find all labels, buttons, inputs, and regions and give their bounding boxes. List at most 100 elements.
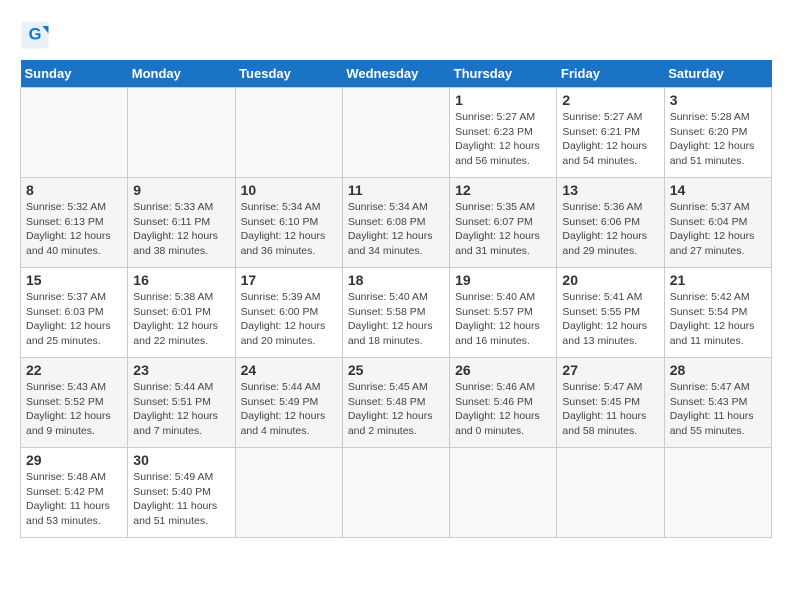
calendar-cell: 23 Sunrise: 5:44 AMSunset: 5:51 PMDaylig… — [128, 358, 235, 448]
calendar-cell — [664, 448, 771, 538]
day-number: 28 — [670, 362, 766, 378]
day-number: 9 — [133, 182, 229, 198]
day-number: 15 — [26, 272, 122, 288]
day-info: Sunrise: 5:40 AMSunset: 5:58 PMDaylight:… — [348, 290, 444, 349]
day-info: Sunrise: 5:47 AMSunset: 5:43 PMDaylight:… — [670, 380, 766, 439]
day-number: 10 — [241, 182, 337, 198]
calendar-table: SundayMondayTuesdayWednesdayThursdayFrid… — [20, 60, 772, 538]
day-info: Sunrise: 5:42 AMSunset: 5:54 PMDaylight:… — [670, 290, 766, 349]
day-info: Sunrise: 5:27 AMSunset: 6:23 PMDaylight:… — [455, 110, 551, 169]
day-info: Sunrise: 5:49 AMSunset: 5:40 PMDaylight:… — [133, 470, 229, 529]
calendar-cell — [342, 448, 449, 538]
calendar-cell: 18 Sunrise: 5:40 AMSunset: 5:58 PMDaylig… — [342, 268, 449, 358]
calendar-cell: 22 Sunrise: 5:43 AMSunset: 5:52 PMDaylig… — [21, 358, 128, 448]
day-info: Sunrise: 5:43 AMSunset: 5:52 PMDaylight:… — [26, 380, 122, 439]
calendar-cell: 2 Sunrise: 5:27 AMSunset: 6:21 PMDayligh… — [557, 88, 664, 178]
day-number: 18 — [348, 272, 444, 288]
day-number: 13 — [562, 182, 658, 198]
day-number: 11 — [348, 182, 444, 198]
day-number: 1 — [455, 92, 551, 108]
calendar-cell — [21, 88, 128, 178]
day-info: Sunrise: 5:39 AMSunset: 6:00 PMDaylight:… — [241, 290, 337, 349]
day-info: Sunrise: 5:33 AMSunset: 6:11 PMDaylight:… — [133, 200, 229, 259]
day-info: Sunrise: 5:34 AMSunset: 6:08 PMDaylight:… — [348, 200, 444, 259]
day-info: Sunrise: 5:32 AMSunset: 6:13 PMDaylight:… — [26, 200, 122, 259]
logo: G — [20, 20, 54, 50]
day-info: Sunrise: 5:40 AMSunset: 5:57 PMDaylight:… — [455, 290, 551, 349]
calendar-cell — [235, 88, 342, 178]
calendar-cell: 19 Sunrise: 5:40 AMSunset: 5:57 PMDaylig… — [450, 268, 557, 358]
calendar-cell — [557, 448, 664, 538]
calendar-cell: 20 Sunrise: 5:41 AMSunset: 5:55 PMDaylig… — [557, 268, 664, 358]
col-header-monday: Monday — [128, 60, 235, 88]
day-number: 3 — [670, 92, 766, 108]
day-number: 25 — [348, 362, 444, 378]
calendar-cell: 12 Sunrise: 5:35 AMSunset: 6:07 PMDaylig… — [450, 178, 557, 268]
day-number: 30 — [133, 452, 229, 468]
calendar-cell: 10 Sunrise: 5:34 AMSunset: 6:10 PMDaylig… — [235, 178, 342, 268]
calendar-body: 1 Sunrise: 5:27 AMSunset: 6:23 PMDayligh… — [21, 88, 772, 538]
calendar-cell: 17 Sunrise: 5:39 AMSunset: 6:00 PMDaylig… — [235, 268, 342, 358]
svg-text:G: G — [29, 26, 42, 44]
day-number: 22 — [26, 362, 122, 378]
day-info: Sunrise: 5:48 AMSunset: 5:42 PMDaylight:… — [26, 470, 122, 529]
day-number: 12 — [455, 182, 551, 198]
day-number: 16 — [133, 272, 229, 288]
week-row: 15 Sunrise: 5:37 AMSunset: 6:03 PMDaylig… — [21, 268, 772, 358]
day-number: 14 — [670, 182, 766, 198]
calendar-cell: 30 Sunrise: 5:49 AMSunset: 5:40 PMDaylig… — [128, 448, 235, 538]
calendar-cell: 3 Sunrise: 5:28 AMSunset: 6:20 PMDayligh… — [664, 88, 771, 178]
calendar-cell: 15 Sunrise: 5:37 AMSunset: 6:03 PMDaylig… — [21, 268, 128, 358]
day-number: 19 — [455, 272, 551, 288]
day-number: 17 — [241, 272, 337, 288]
day-number: 24 — [241, 362, 337, 378]
day-info: Sunrise: 5:37 AMSunset: 6:04 PMDaylight:… — [670, 200, 766, 259]
day-info: Sunrise: 5:44 AMSunset: 5:51 PMDaylight:… — [133, 380, 229, 439]
calendar-cell: 16 Sunrise: 5:38 AMSunset: 6:01 PMDaylig… — [128, 268, 235, 358]
day-number: 2 — [562, 92, 658, 108]
calendar-header: SundayMondayTuesdayWednesdayThursdayFrid… — [21, 60, 772, 88]
calendar-cell — [450, 448, 557, 538]
calendar-cell: 8 Sunrise: 5:32 AMSunset: 6:13 PMDayligh… — [21, 178, 128, 268]
week-row: 8 Sunrise: 5:32 AMSunset: 6:13 PMDayligh… — [21, 178, 772, 268]
day-number: 8 — [26, 182, 122, 198]
calendar-cell — [342, 88, 449, 178]
day-info: Sunrise: 5:28 AMSunset: 6:20 PMDaylight:… — [670, 110, 766, 169]
calendar-cell: 26 Sunrise: 5:46 AMSunset: 5:46 PMDaylig… — [450, 358, 557, 448]
day-info: Sunrise: 5:46 AMSunset: 5:46 PMDaylight:… — [455, 380, 551, 439]
calendar-cell: 21 Sunrise: 5:42 AMSunset: 5:54 PMDaylig… — [664, 268, 771, 358]
col-header-wednesday: Wednesday — [342, 60, 449, 88]
calendar-cell: 1 Sunrise: 5:27 AMSunset: 6:23 PMDayligh… — [450, 88, 557, 178]
day-number: 21 — [670, 272, 766, 288]
page-header: G — [20, 20, 772, 50]
col-header-tuesday: Tuesday — [235, 60, 342, 88]
week-row: 22 Sunrise: 5:43 AMSunset: 5:52 PMDaylig… — [21, 358, 772, 448]
col-header-sunday: Sunday — [21, 60, 128, 88]
day-number: 23 — [133, 362, 229, 378]
day-info: Sunrise: 5:38 AMSunset: 6:01 PMDaylight:… — [133, 290, 229, 349]
logo-icon: G — [20, 20, 50, 50]
day-number: 27 — [562, 362, 658, 378]
header-row: SundayMondayTuesdayWednesdayThursdayFrid… — [21, 60, 772, 88]
day-info: Sunrise: 5:37 AMSunset: 6:03 PMDaylight:… — [26, 290, 122, 349]
day-info: Sunrise: 5:47 AMSunset: 5:45 PMDaylight:… — [562, 380, 658, 439]
day-info: Sunrise: 5:27 AMSunset: 6:21 PMDaylight:… — [562, 110, 658, 169]
calendar-cell: 24 Sunrise: 5:44 AMSunset: 5:49 PMDaylig… — [235, 358, 342, 448]
calendar-cell — [128, 88, 235, 178]
day-info: Sunrise: 5:35 AMSunset: 6:07 PMDaylight:… — [455, 200, 551, 259]
day-info: Sunrise: 5:45 AMSunset: 5:48 PMDaylight:… — [348, 380, 444, 439]
day-number: 20 — [562, 272, 658, 288]
calendar-cell: 28 Sunrise: 5:47 AMSunset: 5:43 PMDaylig… — [664, 358, 771, 448]
week-row: 29 Sunrise: 5:48 AMSunset: 5:42 PMDaylig… — [21, 448, 772, 538]
day-info: Sunrise: 5:36 AMSunset: 6:06 PMDaylight:… — [562, 200, 658, 259]
col-header-saturday: Saturday — [664, 60, 771, 88]
calendar-cell: 11 Sunrise: 5:34 AMSunset: 6:08 PMDaylig… — [342, 178, 449, 268]
calendar-cell: 29 Sunrise: 5:48 AMSunset: 5:42 PMDaylig… — [21, 448, 128, 538]
calendar-cell: 14 Sunrise: 5:37 AMSunset: 6:04 PMDaylig… — [664, 178, 771, 268]
day-number: 26 — [455, 362, 551, 378]
calendar-cell: 9 Sunrise: 5:33 AMSunset: 6:11 PMDayligh… — [128, 178, 235, 268]
day-info: Sunrise: 5:34 AMSunset: 6:10 PMDaylight:… — [241, 200, 337, 259]
col-header-thursday: Thursday — [450, 60, 557, 88]
col-header-friday: Friday — [557, 60, 664, 88]
calendar-cell: 27 Sunrise: 5:47 AMSunset: 5:45 PMDaylig… — [557, 358, 664, 448]
